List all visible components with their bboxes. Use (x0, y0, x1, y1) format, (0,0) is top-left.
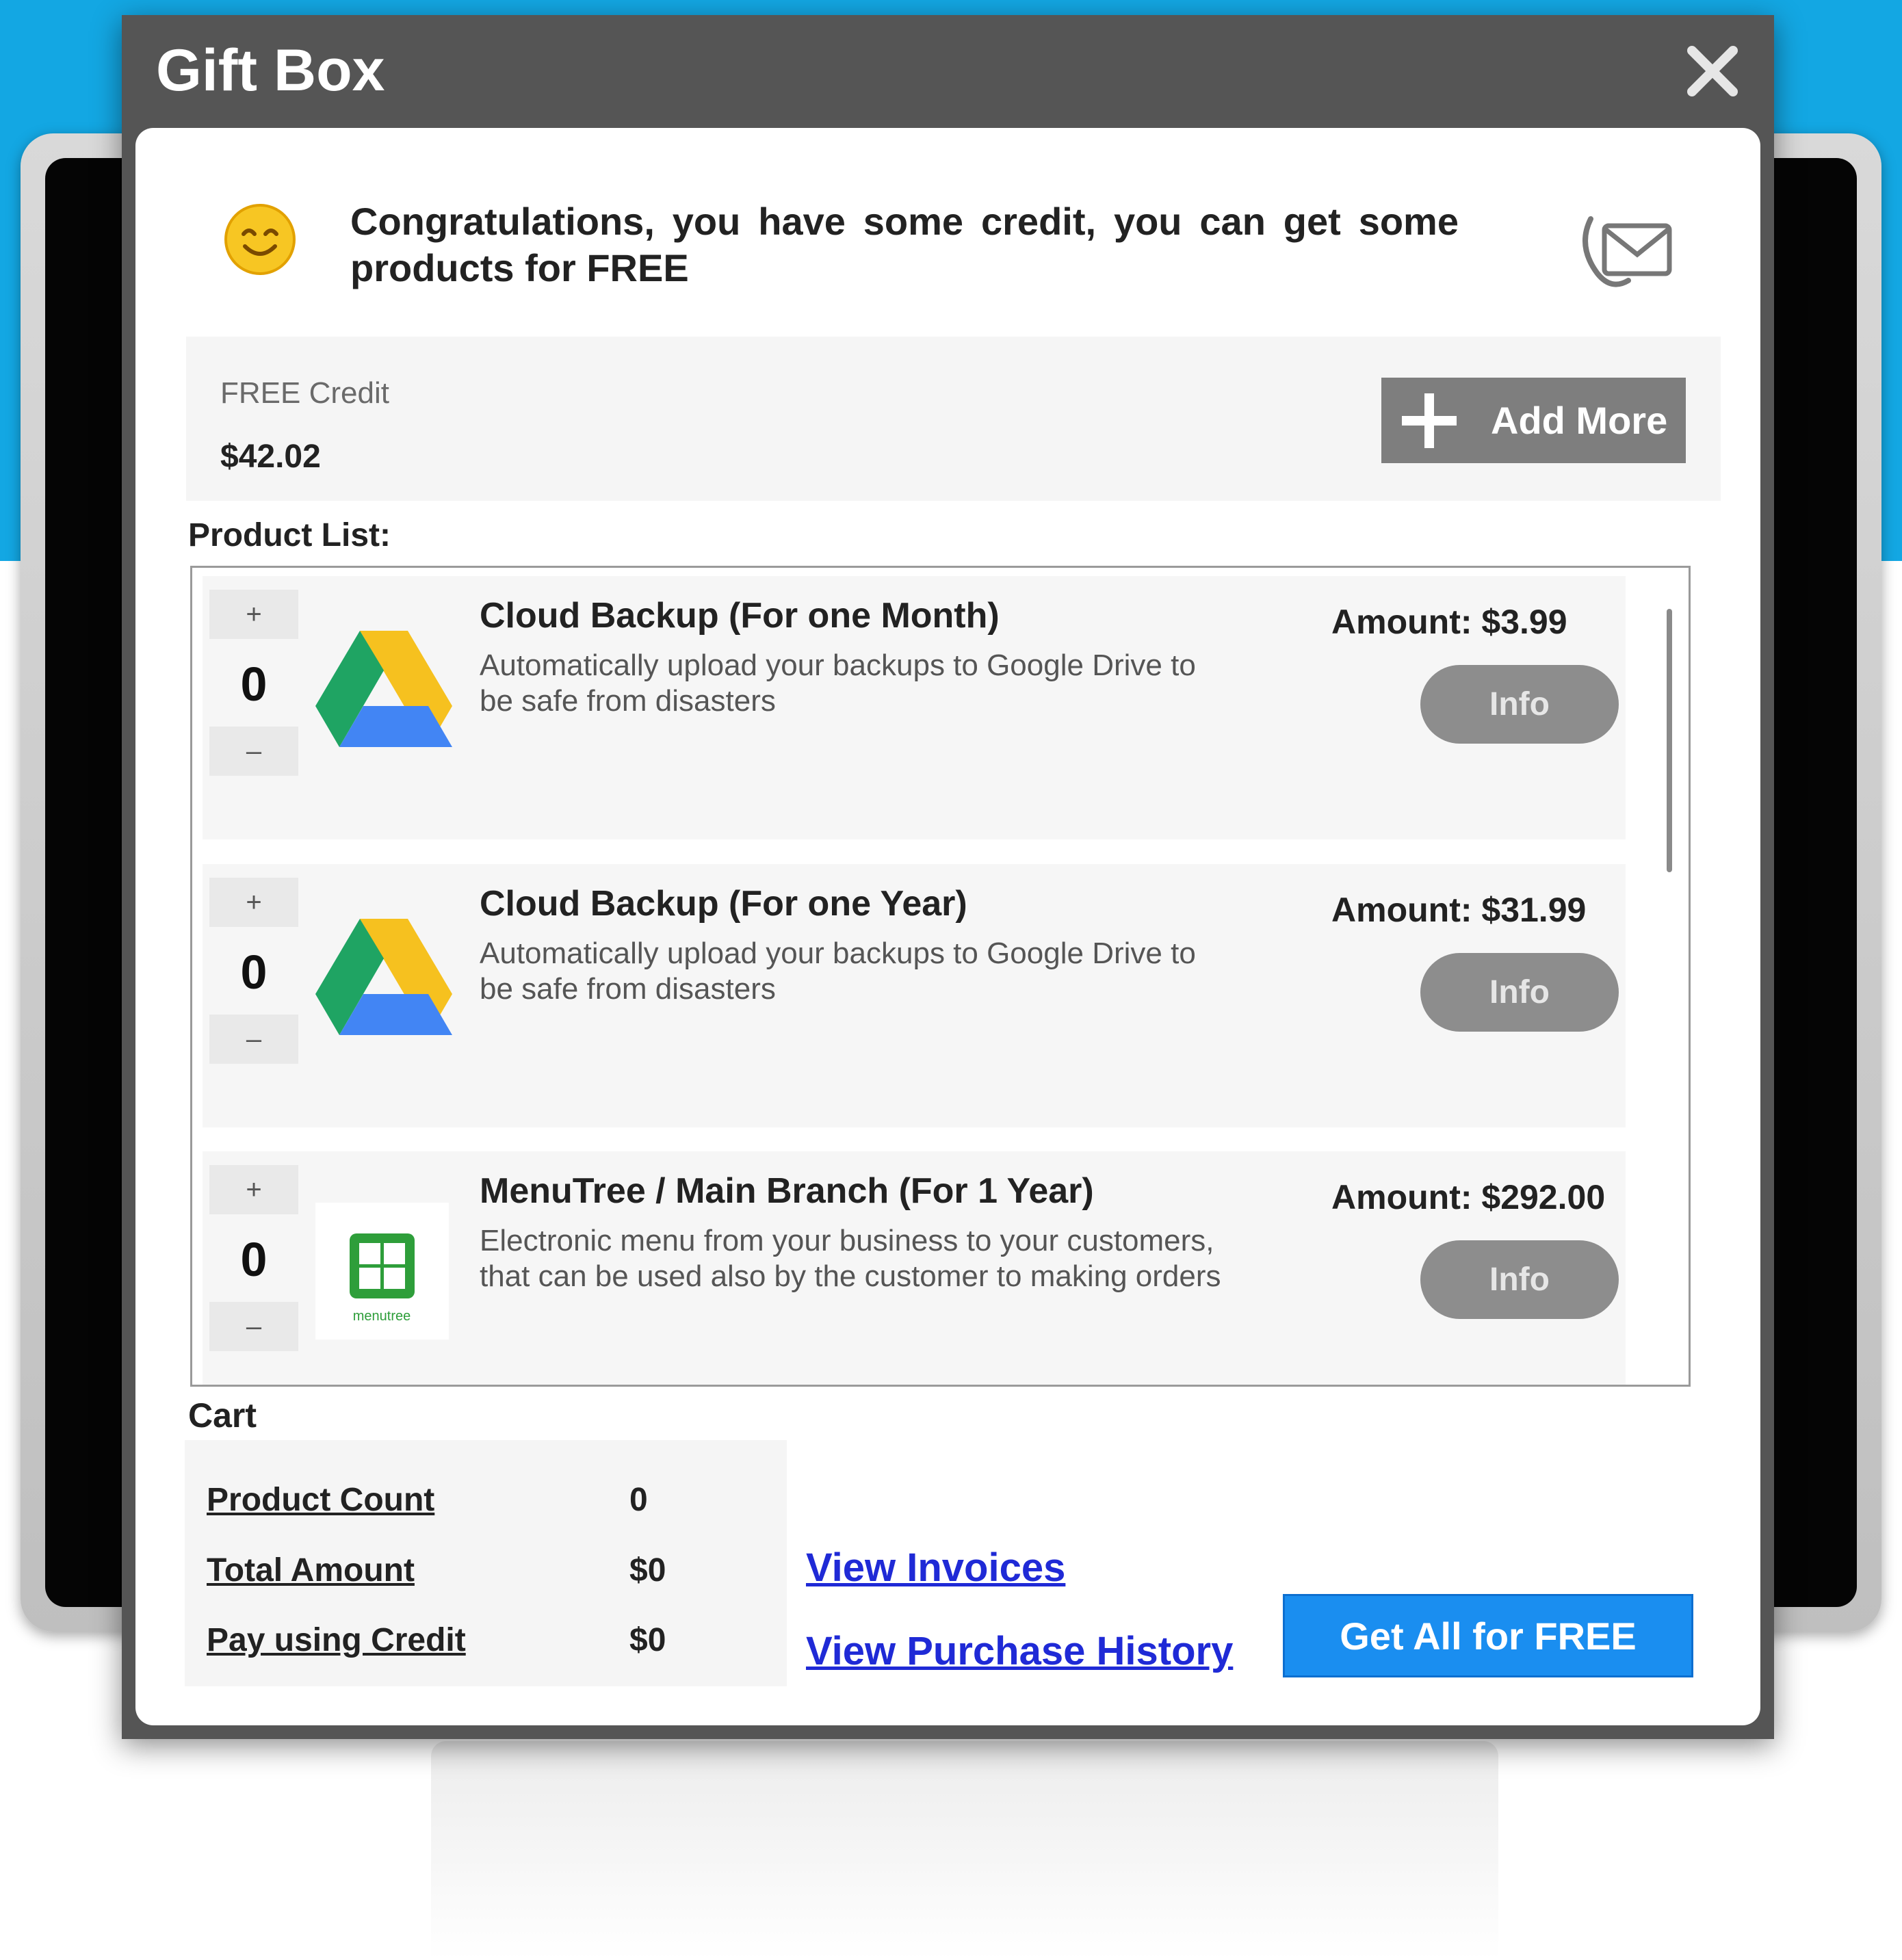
product-name: Cloud Backup (For one Month) (480, 596, 1000, 636)
view-purchase-history-link[interactable]: View Purchase History (806, 1628, 1233, 1674)
pay-credit-value: $0 (629, 1622, 666, 1658)
quantity-value: 0 (240, 1233, 268, 1286)
free-credit-label: FREE Credit (220, 376, 389, 410)
free-credit-value: $42.02 (220, 439, 321, 475)
close-button[interactable] (1678, 37, 1747, 105)
product-count-value: 0 (629, 1482, 648, 1518)
mail-phone-icon[interactable] (1577, 205, 1676, 294)
quantity-decrement-button[interactable]: – (209, 1302, 298, 1351)
view-invoices-link[interactable]: View Invoices (806, 1545, 1065, 1591)
congrats-message: Congratulations, you have some credit, y… (350, 200, 1459, 289)
scrollbar-track[interactable] (1660, 568, 1689, 1385)
product-description: Automatically upload your backups to Goo… (480, 937, 1196, 1006)
cart-label: Cart (188, 1396, 257, 1435)
product-count-label: Product Count (207, 1482, 435, 1518)
quantity-value: 0 (240, 657, 268, 711)
product-amount: Amount: $31.99 (1331, 891, 1587, 929)
pay-credit-label: Pay using Credit (207, 1622, 466, 1658)
quantity-value: 0 (240, 945, 268, 999)
menutree-caption: menutree (353, 1309, 411, 1324)
product-amount: Amount: $292.00 (1331, 1178, 1606, 1216)
add-more-label: Add More (1491, 399, 1668, 442)
product-list[interactable]: + 0 – Cloud Backup (For one Month) Autom… (190, 566, 1691, 1387)
product-description: Electronic menu from your business to yo… (480, 1224, 1221, 1293)
scrollbar-thumb[interactable] (1667, 609, 1672, 872)
google-drive-icon (315, 919, 452, 1035)
device-stand (431, 1741, 1498, 1960)
plus-icon (1402, 393, 1457, 448)
product-amount: Amount: $3.99 (1331, 603, 1567, 641)
smiley-icon (224, 204, 296, 275)
total-amount-value: $0 (629, 1552, 666, 1589)
get-all-free-button[interactable]: Get All for FREE (1283, 1594, 1693, 1677)
credit-band: FREE Credit $42.02 Add More (186, 337, 1721, 501)
info-button[interactable]: Info (1420, 1240, 1619, 1319)
quantity-increment-button[interactable]: + (209, 878, 298, 927)
add-more-button[interactable]: Add More (1381, 378, 1686, 463)
total-amount-label: Total Amount (207, 1552, 415, 1589)
quantity-increment-button[interactable]: + (209, 1165, 298, 1214)
menutree-icon: menutree (315, 1203, 449, 1340)
close-icon (1687, 46, 1738, 96)
product-description: Automatically upload your backups to Goo… (480, 649, 1196, 718)
quantity-increment-button[interactable]: + (209, 590, 298, 639)
info-button[interactable]: Info (1420, 953, 1619, 1032)
quantity-decrement-button[interactable]: – (209, 727, 298, 776)
dialog-title: Gift Box (156, 38, 385, 103)
cart-summary: Product Count 0 Total Amount $0 Pay usin… (185, 1440, 787, 1686)
product-name: Cloud Backup (For one Year) (480, 884, 967, 924)
product-row: + 0 – Cloud Backup (For one Year) Automa… (203, 864, 1626, 1127)
dialog-titlebar: Gift Box (122, 15, 1774, 128)
product-row: + 0 – Cloud Backup (For one Month) Autom… (203, 576, 1626, 839)
info-button[interactable]: Info (1420, 665, 1619, 744)
google-drive-icon (315, 631, 452, 747)
quantity-decrement-button[interactable]: – (209, 1015, 298, 1064)
product-list-label: Product List: (188, 517, 391, 553)
product-row: + 0 – menutree MenuTree / Main Branch (F… (203, 1151, 1626, 1385)
product-name: MenuTree / Main Branch (For 1 Year) (480, 1171, 1094, 1211)
